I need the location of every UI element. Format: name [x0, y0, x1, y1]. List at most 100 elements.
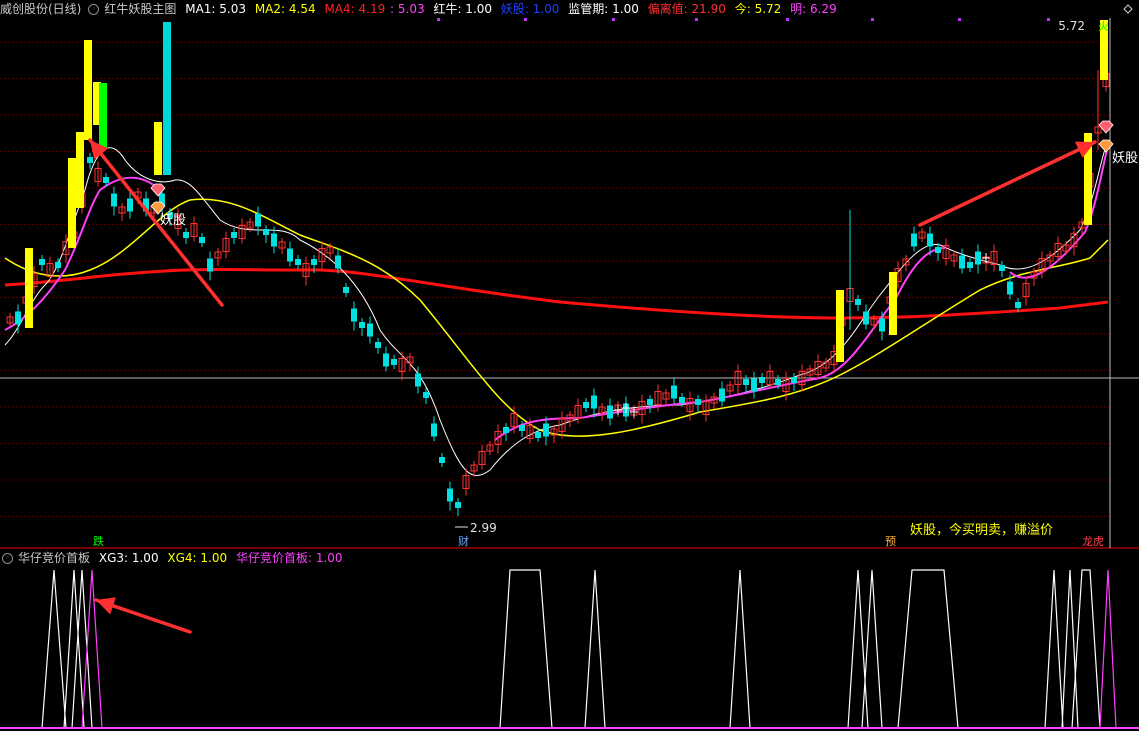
candle-down: [543, 423, 549, 437]
signal-peak: [1061, 569, 1079, 729]
candle-down: [231, 232, 237, 238]
marker-dot: [958, 18, 961, 21]
candle-down: [535, 432, 541, 438]
candle-down: [999, 265, 1005, 271]
candle-down: [375, 342, 381, 348]
magenta-line-2: [494, 247, 946, 441]
magenta-line-3: [1009, 144, 1109, 279]
yu-label: 预: [885, 535, 896, 548]
marker-dot: [871, 18, 874, 21]
ma2-line: [4, 198, 1109, 437]
marker-dot: [437, 18, 440, 21]
candle-down: [679, 397, 685, 403]
marker-dot: [612, 18, 615, 21]
candle-down: [447, 488, 453, 502]
signal-bar: [163, 22, 171, 175]
signal-bar: [76, 132, 84, 208]
signal-bar: [84, 40, 92, 140]
candle-down: [967, 262, 973, 268]
red-arrow-sub-head: [96, 597, 116, 615]
cai-label: 财: [458, 534, 469, 548]
signal-plateau: [897, 569, 959, 729]
candle-down: [743, 379, 749, 385]
candle-down: [607, 405, 613, 419]
price-low-label: 2.99: [470, 521, 497, 535]
signal-bar: [25, 248, 33, 328]
die-label: 跌: [93, 534, 104, 548]
yaogu-label: 妖股: [1112, 151, 1138, 166]
price-high-label: 5.72: [1058, 19, 1085, 33]
candle-down: [359, 322, 365, 328]
candle-down: [311, 259, 317, 265]
chart-window: 威创股份(日线) ◦ 红牛妖股主图 MA1: 5.03 MA2: 4.54 MA4:…: [0, 0, 1139, 731]
candle-down: [935, 247, 941, 253]
candle-down: [647, 399, 653, 405]
candle-down: [863, 311, 869, 325]
candle-down: [1007, 281, 1013, 295]
candle-down: [759, 377, 765, 383]
candle-down: [503, 427, 509, 433]
candle-down: [391, 359, 397, 365]
candle-down: [431, 423, 437, 437]
marker-dot: [1047, 18, 1050, 21]
signal-bar: [99, 83, 107, 148]
candle-down: [367, 323, 373, 337]
signal-peak: [861, 569, 883, 729]
candle-down: [263, 229, 269, 235]
candle-down: [855, 299, 861, 305]
candle-down: [127, 198, 133, 212]
candle-down: [959, 255, 965, 269]
buy-msg: 妖股，今买明卖，赚溢价: [910, 522, 1053, 538]
candle-down: [455, 502, 461, 508]
signal-peak: [81, 569, 103, 729]
signal-peak: [847, 569, 869, 729]
ma1-line: [4, 139, 1109, 476]
candle-down: [927, 233, 933, 247]
signal-peak: [1044, 569, 1064, 729]
candle-down: [287, 248, 293, 262]
candle-down: [55, 262, 61, 268]
marker-dot: [786, 18, 789, 21]
candle-down: [15, 311, 21, 325]
candle-down: [719, 388, 725, 402]
signal-bar: [889, 272, 897, 335]
candle-down: [751, 378, 757, 392]
ma4-line: [4, 268, 1109, 320]
candle-down: [791, 377, 797, 383]
huo-label: 火: [1098, 20, 1109, 33]
candle-down: [423, 392, 429, 398]
signal-bar: [836, 290, 844, 362]
candle-down: [695, 399, 701, 405]
signal-peak: [729, 569, 751, 729]
candle-down: [199, 237, 205, 243]
candle-down: [671, 385, 677, 399]
candle-down: [255, 213, 261, 227]
yaogu-label: 妖股: [160, 213, 186, 228]
candle-down: [775, 379, 781, 385]
signal-bar: [154, 122, 162, 175]
candle-down: [1015, 302, 1021, 308]
candle-down: [383, 353, 389, 367]
candle-down: [415, 373, 421, 387]
candle-down: [911, 233, 917, 247]
crosshair-marker-icon: [1123, 4, 1133, 14]
candle-down: [351, 308, 357, 322]
candle-down: [111, 193, 117, 207]
candle-down: [207, 258, 213, 272]
candle-down: [103, 177, 109, 183]
signal-peak: [41, 569, 67, 729]
candle-down: [271, 233, 277, 247]
candle-down: [439, 457, 445, 463]
candlestick-chart[interactable]: 5.722.99妖股妖股跌财预龙虎火妖股，今买明卖，赚溢价: [0, 0, 1139, 731]
signal-bar: [68, 158, 76, 248]
red-arrow-up: [918, 140, 1097, 227]
longhu-label: 龙虎: [1082, 535, 1104, 548]
candle-down: [591, 395, 597, 409]
signal-plateau: [499, 569, 553, 729]
candle-down: [879, 318, 885, 332]
candle-down: [343, 287, 349, 293]
signal-peak: [584, 569, 606, 729]
signal-peak: [1099, 569, 1117, 729]
candle-down: [295, 259, 301, 265]
diamond-icon: [1098, 139, 1114, 153]
